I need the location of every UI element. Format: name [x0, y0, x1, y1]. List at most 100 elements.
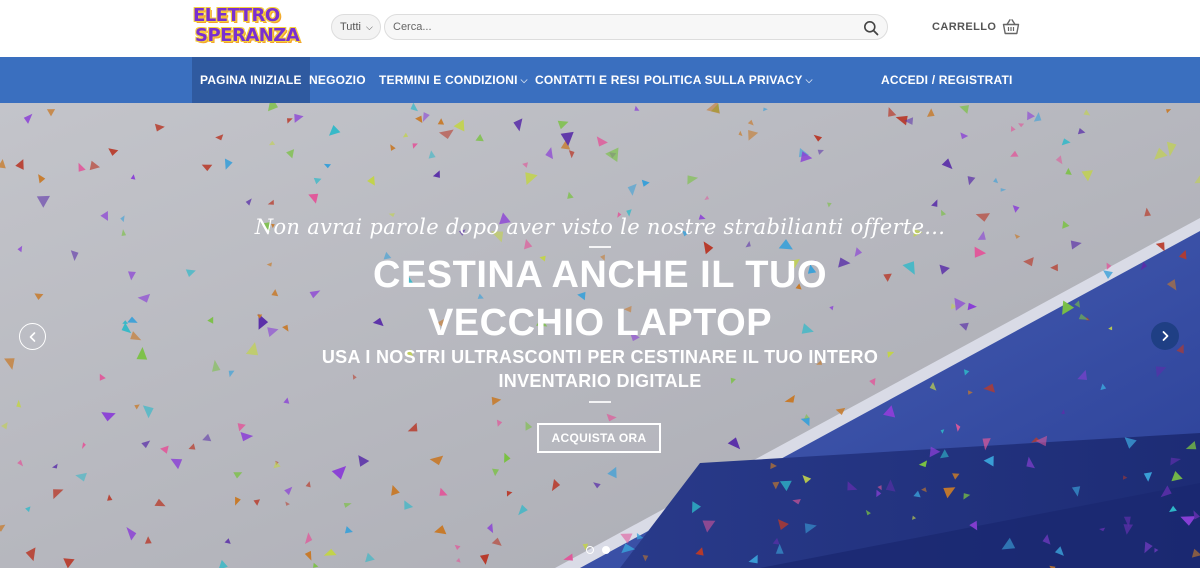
confetti-piece [305, 481, 311, 488]
confetti-piece [567, 191, 574, 199]
confetti-piece [454, 544, 461, 550]
site-header: ELETTRO SPERANZA Tutti ⌵ CARRELLO [0, 0, 1200, 57]
confetti-piece [365, 552, 375, 563]
confetti-piece [779, 480, 792, 492]
nav-item-shop[interactable]: NEGOZIO [309, 57, 366, 103]
chevron-down-icon: ⌵ [805, 74, 813, 85]
nav-item-terms[interactable]: TERMINI E CONDIZIONI ⌵ [379, 57, 528, 103]
confetti-piece [1169, 505, 1177, 513]
confetti-piece [1054, 546, 1064, 556]
nav-item-home[interactable]: PAGINA INIZIALE [192, 57, 310, 103]
nav-item-contacts[interactable]: CONTATTI E RESI [535, 57, 640, 103]
nav-item-label: TERMINI E CONDIZIONI [379, 73, 518, 87]
confetti-piece [1070, 240, 1082, 250]
confetti-piece [1010, 150, 1019, 157]
confetti-piece [620, 533, 633, 544]
slider-next-button[interactable] [1151, 322, 1179, 350]
confetti-piece [865, 509, 871, 516]
confetti-piece [883, 405, 896, 418]
logo-line-2: SPERANZA [195, 25, 300, 46]
confetti-piece [36, 195, 50, 208]
confetti-piece [778, 239, 793, 250]
confetti-piece [524, 239, 533, 250]
confetti-piece [308, 193, 319, 204]
confetti-piece [1083, 109, 1091, 116]
confetti-piece [772, 481, 780, 490]
confetti-piece [267, 199, 274, 205]
confetti-piece [1035, 435, 1048, 447]
confetti-piece [706, 103, 720, 114]
confetti-piece [770, 462, 777, 470]
confetti-piece [1071, 486, 1081, 497]
confetti-piece [772, 537, 780, 545]
confetti-piece [391, 485, 400, 496]
confetti-piece [557, 120, 569, 130]
search-input[interactable] [393, 21, 853, 33]
hero-title: CESTINA ANCHE IL TUO VECCHIO LAPTOP [0, 251, 1200, 347]
confetti-piece [1077, 128, 1086, 135]
confetti-piece [545, 147, 553, 160]
hero-slider: Non avrai parole dopo aver visto le nost… [0, 103, 1200, 568]
confetti-piece [25, 547, 36, 562]
shop-now-button[interactable]: ACQUISTA ORA [537, 423, 661, 453]
confetti-piece [1065, 167, 1072, 175]
category-select[interactable]: Tutti ⌵ [331, 14, 381, 40]
nav-item-account[interactable]: ACCEDI / REGISTRATI [881, 57, 1013, 103]
confetti-piece [202, 433, 212, 442]
hero-title-line: CESTINA ANCHE IL TUO [372, 254, 828, 296]
hero-tagline: Non avrai parole dopo aver visto le nost… [254, 215, 946, 239]
confetti-piece [802, 475, 812, 484]
cart-label: CARRELLO [932, 21, 997, 33]
confetti-piece [331, 466, 347, 480]
confetti-piece [551, 479, 561, 492]
slider-prev-button[interactable] [19, 323, 46, 350]
confetti-piece [1081, 170, 1093, 182]
confetti-piece [219, 559, 228, 568]
confetti-piece [1144, 541, 1153, 554]
confetti-piece [25, 506, 31, 513]
slider-dot-active[interactable] [602, 546, 610, 554]
confetti-piece [134, 404, 140, 410]
confetti-piece [1124, 437, 1137, 449]
confetti-piece [46, 109, 56, 117]
confetti-piece [253, 499, 260, 506]
confetti-piece [284, 486, 293, 496]
confetti-piece [568, 150, 575, 159]
confetti-piece [434, 525, 447, 535]
confetti-piece [154, 123, 165, 132]
confetti-piece [215, 134, 224, 141]
confetti-piece [358, 455, 370, 467]
confetti-piece [1018, 123, 1025, 128]
confetti-piece [287, 118, 293, 124]
confetti-piece [1185, 441, 1197, 450]
confetti-piece [201, 164, 213, 172]
confetti-piece [82, 442, 86, 449]
confetti-piece [504, 452, 511, 463]
confetti-piece [918, 460, 928, 468]
confetti-piece [636, 533, 644, 540]
slider-dot[interactable] [586, 546, 594, 554]
nav-item-privacy[interactable]: POLITICA SULLA PRIVACY ⌵ [644, 57, 813, 103]
confetti-piece [800, 417, 810, 427]
confetti-piece [921, 487, 927, 493]
confetti-piece [329, 125, 341, 136]
confetti-piece [437, 118, 445, 125]
confetti-piece [23, 113, 33, 124]
search-icon[interactable] [863, 20, 879, 36]
confetti-piece [738, 130, 743, 137]
confetti-piece [404, 500, 414, 510]
confetti-piece [367, 175, 375, 186]
confetti-piece [429, 455, 444, 466]
confetti-piece [479, 554, 490, 565]
site-logo[interactable]: ELETTRO SPERANZA [193, 6, 307, 50]
confetti-piece [800, 151, 813, 163]
confetti-piece [313, 177, 322, 185]
confetti-piece [283, 397, 290, 404]
confetti-piece [53, 489, 64, 500]
confetti-piece [323, 163, 331, 169]
confetti-piece [813, 134, 823, 142]
confetti-piece [959, 105, 969, 114]
confetti-piece [1061, 409, 1065, 414]
confetti-piece [518, 504, 528, 516]
cart-link[interactable]: CARRELLO [932, 18, 1020, 36]
